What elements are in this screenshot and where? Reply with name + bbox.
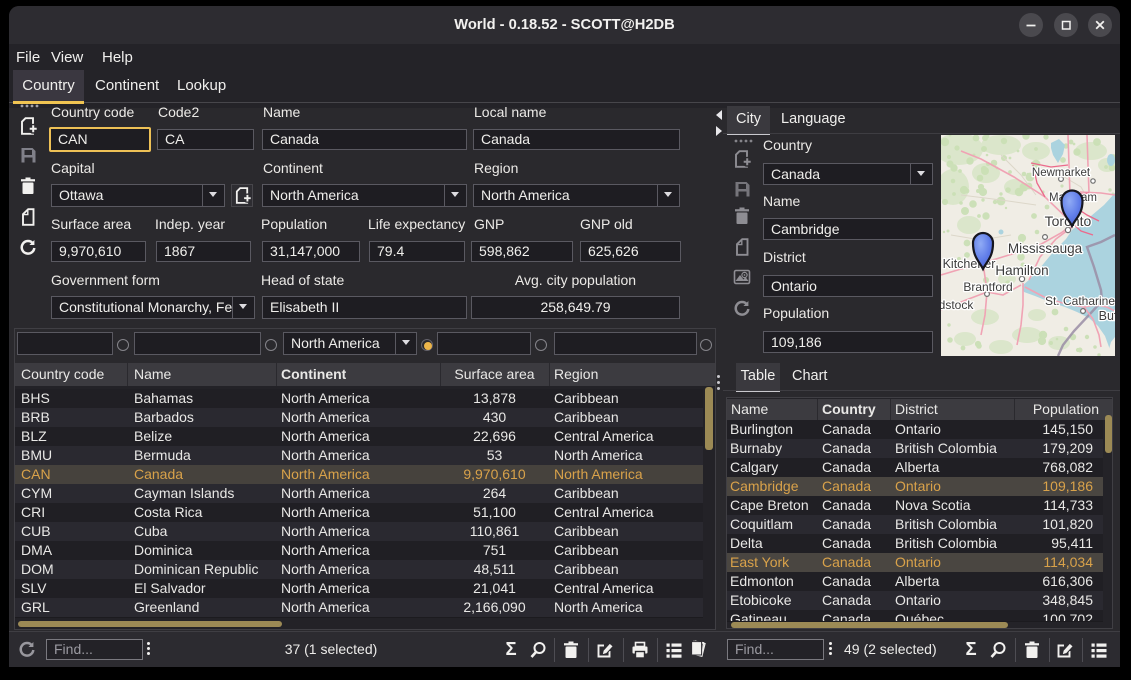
svg-text:Mississauga: Mississauga	[1008, 241, 1083, 256]
svg-text:St. Catharines: St. Catharines	[1045, 294, 1115, 308]
svg-text:Buf: Buf	[1099, 309, 1115, 323]
svg-text:Brantford: Brantford	[963, 280, 1012, 294]
svg-text:dstock: dstock	[941, 298, 974, 312]
svg-text:Newmarket: Newmarket	[1032, 167, 1091, 179]
svg-text:Hamilton: Hamilton	[995, 263, 1048, 278]
